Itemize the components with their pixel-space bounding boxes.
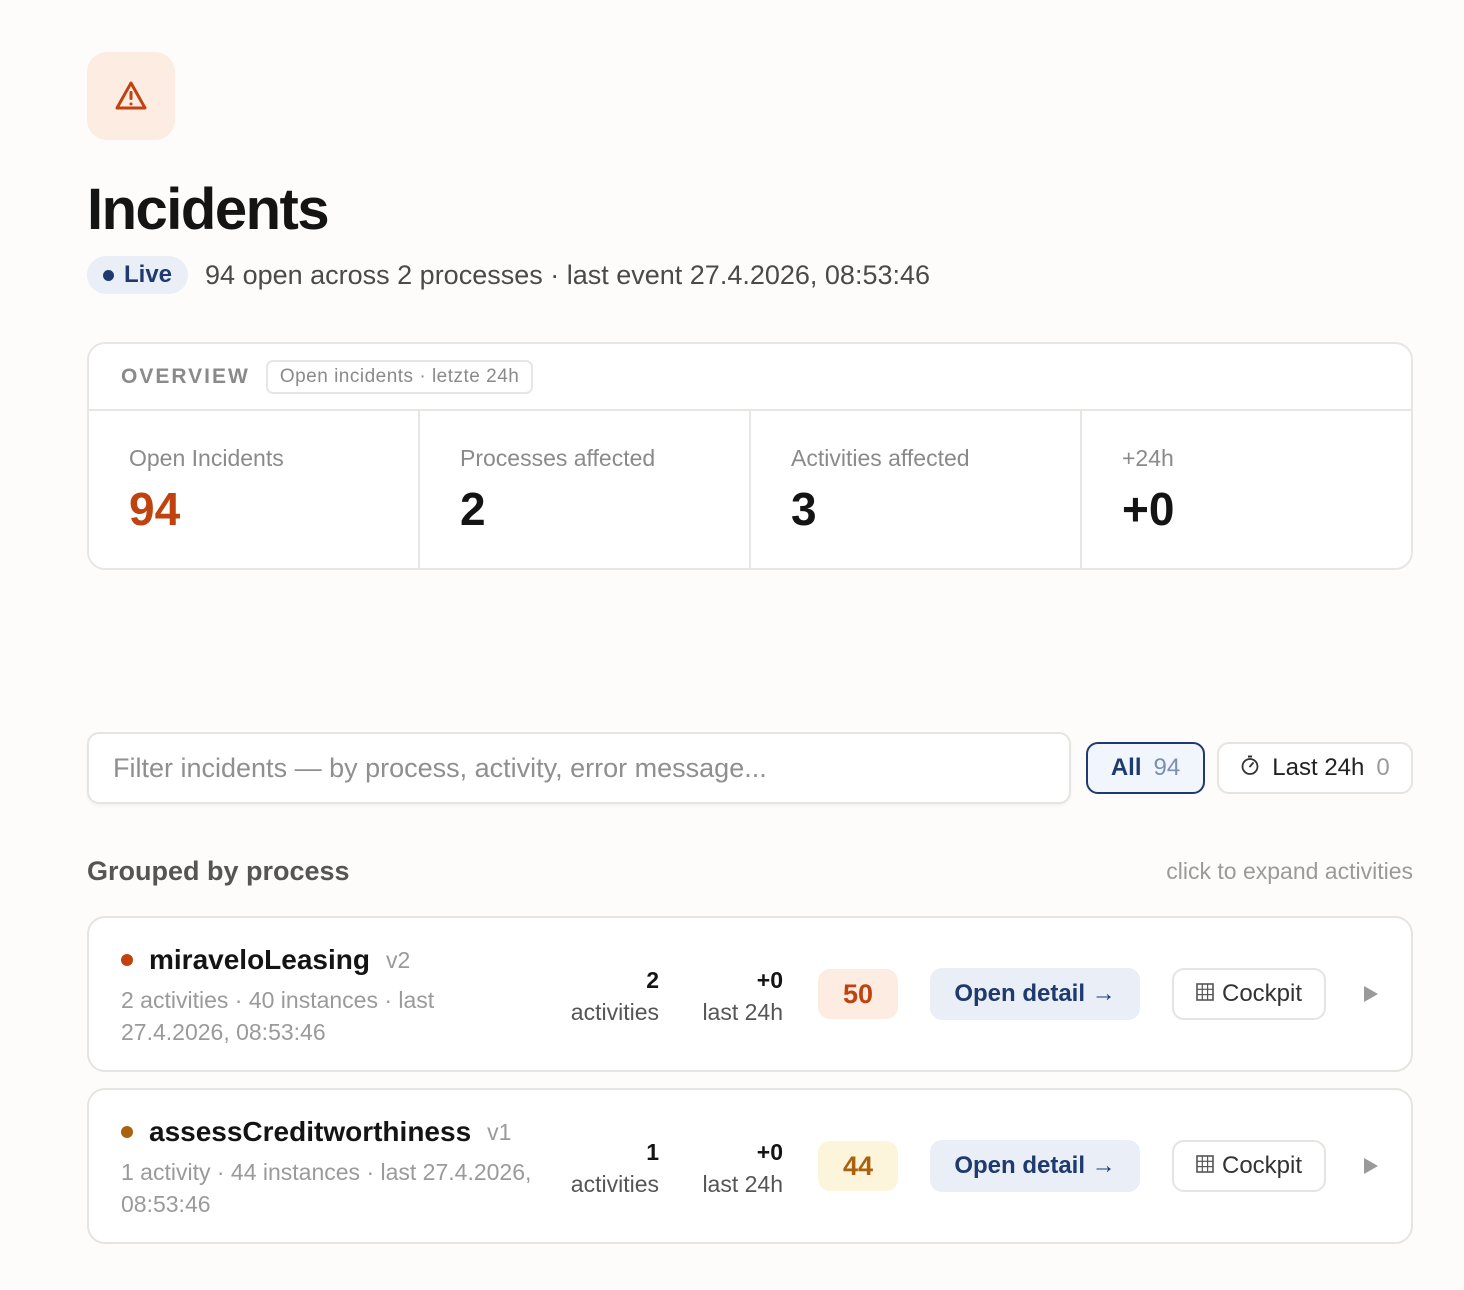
filter-incidents-input[interactable] — [87, 732, 1071, 804]
status-dot-icon — [121, 1126, 133, 1138]
cockpit-label: Cockpit — [1221, 1152, 1303, 1179]
incident-count-badge: 44 — [818, 1141, 898, 1191]
cockpit-label: Cockpit — [1221, 980, 1303, 1007]
overview-panel: OVERVIEW Open incidents · letzte 24h Ope… — [87, 342, 1413, 570]
process-meta: 1 activity · 44 instances · last 27.4.20… — [121, 1159, 532, 1217]
stat-label: +24h — [1122, 445, 1174, 471]
warning-triangle-icon — [87, 52, 175, 140]
last-24h-metric: +0 last 24h — [702, 964, 783, 1028]
process-title-row: miraveloLeasing v2 — [121, 944, 541, 976]
stat-label: Open Incidents — [129, 445, 284, 471]
metric-value: 2 — [646, 967, 659, 993]
stat-value: 3 — [791, 483, 817, 535]
overview-label: OVERVIEW — [121, 364, 250, 388]
metric-value: +0 — [756, 967, 783, 993]
cockpit-button[interactable]: Cockpit — [1172, 1140, 1326, 1192]
stat-open-incidents: Open Incidents 94 — [89, 411, 420, 568]
process-version: v2 — [385, 946, 411, 973]
expand-triangle-icon[interactable] — [1360, 1154, 1382, 1178]
stopwatch-icon — [1240, 754, 1260, 783]
live-label: Live — [124, 261, 173, 288]
filter-chip-all[interactable]: All 94 — [1086, 742, 1205, 794]
metric-value: +0 — [756, 1139, 783, 1165]
process-name: assessCreditworthiness — [149, 1116, 472, 1147]
open-detail-button[interactable]: Open detail → — [930, 968, 1140, 1020]
status-dot-icon — [121, 954, 133, 966]
metric-label: activities — [570, 999, 659, 1025]
stat-value: 94 — [129, 483, 181, 535]
grid-icon — [1196, 980, 1214, 1008]
process-row-assesscreditworthiness[interactable]: assessCreditworthiness v1 1 activity · 4… — [87, 1088, 1413, 1244]
filter-chip-last-24h[interactable]: Last 24h 0 — [1217, 742, 1413, 794]
overview-stats: Open Incidents 94 Processes affected 2 A… — [89, 411, 1411, 568]
chip-label: All — [1110, 754, 1142, 781]
group-hint: click to expand activities — [1166, 858, 1413, 884]
process-name: miraveloLeasing — [149, 944, 370, 975]
metric-label: activities — [570, 1171, 659, 1197]
stat-label: Processes affected — [460, 445, 656, 471]
chip-count: 94 — [1153, 754, 1181, 781]
process-title-row: assessCreditworthiness v1 — [121, 1116, 541, 1148]
process-info: miraveloLeasing v2 2 activities · 40 ins… — [121, 944, 541, 1048]
stat-value: +0 — [1122, 483, 1175, 535]
stat-label: Activities affected — [791, 445, 970, 471]
incident-count-badge: 50 — [818, 969, 898, 1019]
open-detail-button[interactable]: Open detail → — [930, 1140, 1140, 1192]
page-title: Incidents — [87, 177, 330, 242]
stat-value: 2 — [460, 483, 486, 535]
stat-last-24h: +24h +0 — [1082, 411, 1411, 568]
status-line: Live 94 open across 2 processes · last e… — [87, 256, 1413, 294]
expand-triangle-icon[interactable] — [1360, 982, 1382, 1006]
chip-label: Last 24h — [1272, 754, 1365, 781]
process-info: assessCreditworthiness v1 1 activity · 4… — [121, 1116, 541, 1220]
activities-metric: 2 activities — [571, 964, 659, 1028]
stat-processes-affected: Processes affected 2 — [420, 411, 751, 568]
stat-activities-affected: Activities affected 3 — [751, 411, 1082, 568]
live-badge: Live — [87, 256, 189, 294]
group-title: Grouped by process — [87, 856, 350, 886]
process-row-miraveloleasing[interactable]: miraveloLeasing v2 2 activities · 40 ins… — [87, 916, 1413, 1072]
last-24h-metric: +0 last 24h — [702, 1136, 783, 1200]
process-version: v1 — [487, 1118, 512, 1145]
process-meta: 2 activities · 40 instances · last 27.4.… — [121, 987, 435, 1045]
metric-label: last 24h — [702, 1171, 783, 1197]
chip-count: 0 — [1376, 754, 1390, 781]
activities-metric: 1 activities — [571, 1136, 659, 1200]
incidents-page: Incidents Live 94 open across 2 processe… — [87, 52, 1413, 1244]
live-dot-icon — [103, 269, 114, 281]
cockpit-button[interactable]: Cockpit — [1172, 968, 1326, 1020]
metric-label: last 24h — [702, 999, 783, 1025]
metric-value: 1 — [646, 1139, 659, 1165]
status-summary: 94 open across 2 processes · last event … — [205, 259, 931, 290]
group-header: Grouped by process click to expand activ… — [87, 856, 1413, 887]
overview-tag: Open incidents · letzte 24h — [265, 359, 534, 394]
grid-icon — [1196, 1152, 1214, 1180]
filter-bar: All 94 Last 24h 0 — [87, 732, 1413, 804]
overview-header: OVERVIEW Open incidents · letzte 24h — [89, 344, 1411, 411]
